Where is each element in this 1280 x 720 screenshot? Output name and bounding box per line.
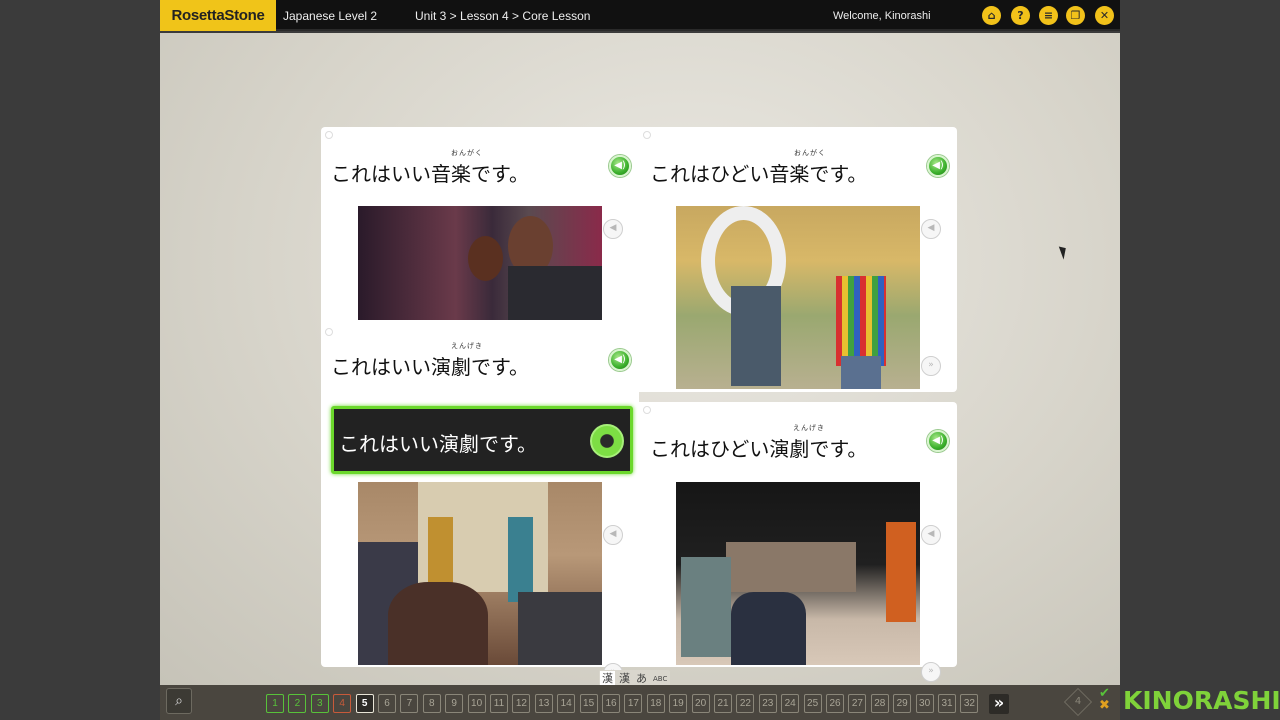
audio-icon[interactable]: ◀ <box>921 525 941 545</box>
answer-panel-bad-music[interactable]: おんがく これはひどい音楽です。 ◀) ◀ » <box>639 127 957 392</box>
answer-panel-good-music[interactable]: おんがく これはいい音楽です。 ◀) ◀ <box>321 127 639 324</box>
speaker-icon[interactable]: ◀) <box>609 349 631 371</box>
photo-concert-good-music <box>358 206 602 320</box>
lesson-item-30[interactable]: 30 <box>915 694 934 713</box>
lesson-item-7[interactable]: 7 <box>400 694 419 713</box>
lesson-item-12[interactable]: 12 <box>512 694 531 713</box>
audio-icon[interactable]: ◀ <box>603 219 623 239</box>
furigana: おんがく <box>451 149 483 157</box>
lesson-item-11[interactable]: 11 <box>490 694 508 713</box>
furigana: えんげき <box>451 342 483 350</box>
rosetta-stone-logo: RosettaStone <box>160 0 276 31</box>
breadcrumb: Unit 3 > Lesson 4 > Core Lesson <box>415 9 591 23</box>
next-button[interactable]: » <box>989 694 1009 714</box>
lesson-item-5[interactable]: 5 <box>355 694 374 713</box>
lesson-item-18[interactable]: 18 <box>646 694 665 713</box>
speaker-icon[interactable]: ◀) <box>609 155 631 177</box>
answer-panel-bad-theater[interactable]: えんげき これはひどい演劇です。 ◀) ◀ » <box>639 402 957 682</box>
lesson-item-10[interactable]: 10 <box>467 694 486 713</box>
lesson-item-15[interactable]: 15 <box>579 694 598 713</box>
lesson-item-24[interactable]: 24 <box>781 694 800 713</box>
lesson-item-4[interactable]: 4 <box>333 694 352 713</box>
play-audio-icon[interactable] <box>590 424 624 458</box>
home-icon[interactable]: ⌂ <box>982 6 1001 25</box>
next-audio-icon[interactable]: » <box>921 662 941 682</box>
lesson-item-14[interactable]: 14 <box>557 694 576 713</box>
sentence-label: これはひどい音楽です。 <box>650 162 868 186</box>
lesson-item-3[interactable]: 3 <box>310 694 329 713</box>
speaker-icon[interactable]: ◀) <box>927 430 949 452</box>
course-title: Japanese Level 2 <box>283 9 378 23</box>
lesson-item-27[interactable]: 27 <box>848 694 867 713</box>
photo-tuba-bad-music <box>676 206 920 389</box>
lesson-item-9[interactable]: 9 <box>445 694 464 713</box>
close-icon[interactable]: ✕ <box>1095 6 1114 25</box>
window-icon[interactable]: ❐ <box>1066 6 1085 25</box>
pin-icon <box>643 131 651 139</box>
lesson-item-8[interactable]: 8 <box>422 694 441 713</box>
sentence-label: これはひどい演劇です。 <box>650 437 868 461</box>
lesson-item-26[interactable]: 26 <box>826 694 844 713</box>
lesson-item-31[interactable]: 31 <box>938 694 956 713</box>
lesson-item-29[interactable]: 29 <box>893 694 912 713</box>
watermark: KINORASHI <box>1123 686 1280 715</box>
pin-icon <box>643 406 651 414</box>
lesson-item-2[interactable]: 2 <box>288 694 307 713</box>
help-icon[interactable]: ? <box>1011 6 1030 25</box>
check-x-icon: ✔ ✖ <box>1099 686 1110 713</box>
lesson-item-13[interactable]: 13 <box>534 694 553 713</box>
sentence-label: これはいい音楽です。 <box>331 162 529 186</box>
photo-theater-bad <box>676 482 920 665</box>
lesson-item-6[interactable]: 6 <box>378 694 396 713</box>
lesson-item-22[interactable]: 22 <box>736 694 755 713</box>
bottom-bar: ⌕ 1 2 3 4 5 6 7 8 9 10 11 12 13 14 15 16 17 18 19 20 21 22 23 2… <box>160 685 1120 720</box>
lesson-item-23[interactable]: 23 <box>758 694 777 713</box>
score-value: 4 <box>1074 696 1082 707</box>
top-bar: RosettaStone Japanese Level 2 Unit 3 > L… <box>160 0 1120 31</box>
pin-icon <box>325 131 333 139</box>
furigana: えんげき <box>793 424 825 432</box>
lesson-item-17[interactable]: 17 <box>624 694 643 713</box>
pin-icon <box>325 328 333 336</box>
furigana: おんがく <box>794 149 826 157</box>
selected-sentence: これはいい演劇です。 <box>339 432 537 456</box>
lesson-item-20[interactable]: 20 <box>691 694 710 713</box>
sentence-label: これはいい演劇です。 <box>331 355 529 379</box>
selected-answer-tile[interactable]: これはいい演劇です。 <box>331 406 633 474</box>
lesson-item-21[interactable]: 21 <box>714 694 732 713</box>
lesson-item-25[interactable]: 25 <box>803 694 822 713</box>
photo-theater-good <box>358 482 602 665</box>
answer-panel-good-theater-prompt[interactable]: えんげき これはいい演劇です。 ◀) <box>321 324 639 401</box>
lesson-item-32[interactable]: 32 <box>960 694 979 713</box>
next-audio-icon[interactable]: » <box>921 356 941 376</box>
app-window: RosettaStone Japanese Level 2 Unit 3 > L… <box>0 0 1280 720</box>
lesson-stage: おんがく これはいい音楽です。 ◀) ◀ おんがく これはひどい音楽です。 ◀)… <box>160 33 1120 685</box>
audio-icon[interactable]: ◀ <box>603 525 623 545</box>
search-zoom-icon[interactable]: ⌕ <box>166 688 192 714</box>
lesson-item-1[interactable]: 1 <box>266 694 284 713</box>
menu-list-icon[interactable]: ≡ <box>1039 6 1058 25</box>
lesson-item-19[interactable]: 19 <box>669 694 688 713</box>
welcome-text: Welcome, Kinorashi <box>833 10 931 22</box>
audio-icon[interactable]: ◀ <box>921 219 941 239</box>
lesson-item-16[interactable]: 16 <box>602 694 620 713</box>
lesson-item-28[interactable]: 28 <box>870 694 889 713</box>
speaker-icon[interactable]: ◀) <box>927 155 949 177</box>
